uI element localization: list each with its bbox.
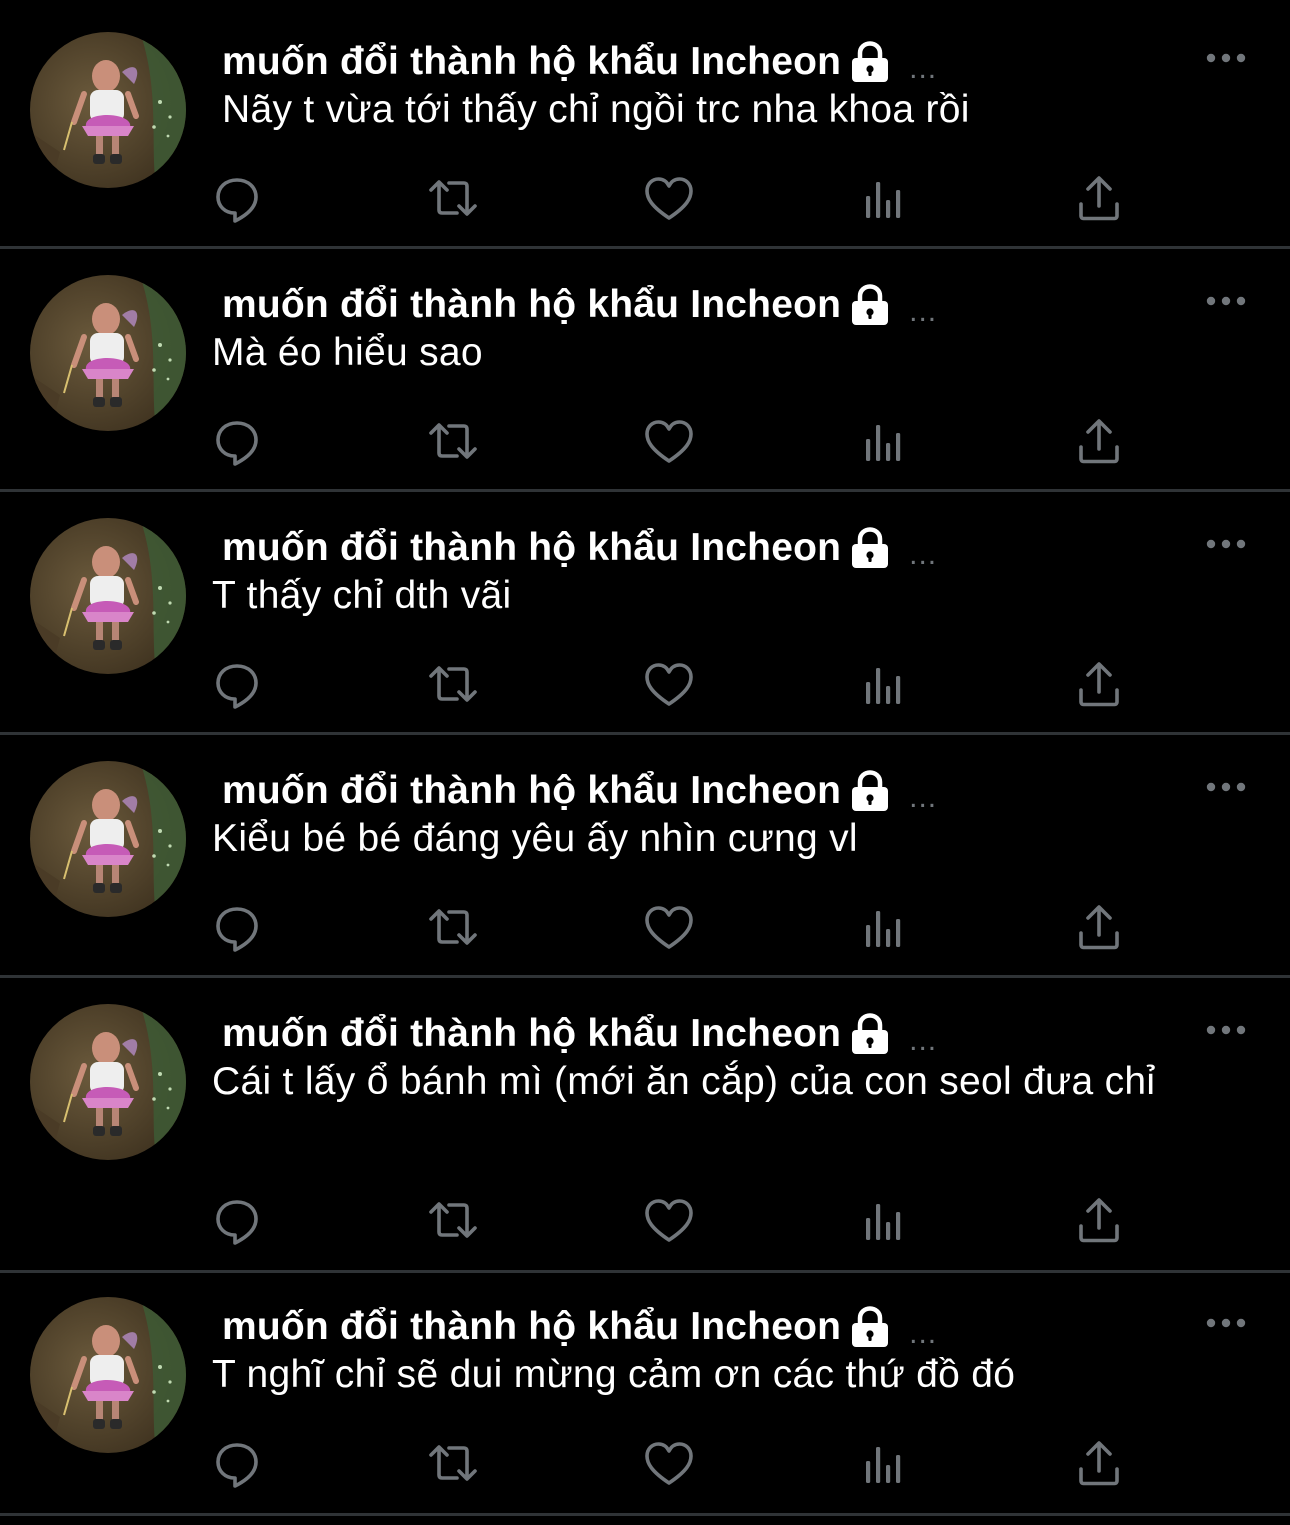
tweet-text: Kiểu bé bé đáng yêu ấy nhìn cưng vl: [212, 817, 858, 860]
tweet[interactable]: muốn đổi thành hộ khẩu Incheon ... Mà éo…: [0, 249, 1290, 489]
tweet-text: T nghĩ chỉ sẽ dui mừng cảm ơn các thứ đồ…: [212, 1353, 1016, 1396]
display-name[interactable]: muốn đổi thành hộ khẩu Incheon: [222, 769, 841, 813]
avatar[interactable]: [30, 1297, 186, 1453]
views-icon[interactable]: [857, 899, 913, 955]
more-options-icon[interactable]: [1204, 291, 1248, 311]
truncation-ellipsis: ...: [909, 52, 938, 85]
retweet-icon[interactable]: [425, 656, 481, 712]
like-icon[interactable]: [641, 899, 697, 955]
truncation-ellipsis: ...: [909, 1317, 938, 1350]
tweet[interactable]: muốn đổi thành hộ khẩu Incheon ... T ngh…: [0, 1273, 1290, 1513]
tweet-header: muốn đổi thành hộ khẩu Incheon ...: [222, 279, 937, 331]
tweet[interactable]: muốn đổi thành hộ khẩu Incheon ... Cái t…: [0, 978, 1290, 1270]
display-name[interactable]: muốn đổi thành hộ khẩu Incheon: [222, 283, 841, 327]
tweet-text: Cái t lấy ổ bánh mì (mới ăn cắp) của con…: [212, 1060, 1156, 1103]
retweet-icon[interactable]: [425, 1435, 481, 1491]
share-icon[interactable]: [1071, 656, 1127, 712]
truncation-ellipsis: ...: [909, 781, 938, 814]
share-icon[interactable]: [1071, 1435, 1127, 1491]
retweet-icon[interactable]: [425, 413, 481, 469]
lock-icon: [849, 1305, 891, 1349]
reply-icon[interactable]: [209, 170, 265, 226]
avatar[interactable]: [30, 32, 186, 188]
more-options-icon[interactable]: [1204, 48, 1248, 68]
tweet-header: muốn đổi thành hộ khẩu Incheon ...: [222, 522, 937, 574]
reply-icon[interactable]: [209, 1192, 265, 1248]
tweet[interactable]: muốn đổi thành hộ khẩu Incheon ... T thấ…: [0, 492, 1290, 732]
tweet-text: T thấy chỉ dth vãi: [212, 574, 512, 617]
tweet-header: muốn đổi thành hộ khẩu Incheon ...: [222, 765, 937, 817]
views-icon[interactable]: [857, 413, 913, 469]
tweet-text: Nãy t vừa tới thấy chỉ ngồi trc nha khoa…: [222, 88, 970, 131]
retweet-icon[interactable]: [425, 1192, 481, 1248]
retweet-icon[interactable]: [425, 899, 481, 955]
display-name[interactable]: muốn đổi thành hộ khẩu Incheon: [222, 40, 841, 84]
like-icon[interactable]: [641, 1192, 697, 1248]
tweet-header: muốn đổi thành hộ khẩu Incheon ...: [222, 1008, 937, 1060]
like-icon[interactable]: [641, 413, 697, 469]
divider: [0, 1513, 1290, 1516]
reply-icon[interactable]: [209, 413, 265, 469]
like-icon[interactable]: [641, 1435, 697, 1491]
reply-icon[interactable]: [209, 899, 265, 955]
lock-icon: [849, 526, 891, 570]
truncation-ellipsis: ...: [909, 295, 938, 328]
like-icon[interactable]: [641, 656, 697, 712]
share-icon[interactable]: [1071, 413, 1127, 469]
truncation-ellipsis: ...: [909, 538, 938, 571]
retweet-icon[interactable]: [425, 170, 481, 226]
lock-icon: [849, 40, 891, 84]
truncation-ellipsis: ...: [909, 1024, 938, 1057]
like-icon[interactable]: [641, 170, 697, 226]
more-options-icon[interactable]: [1204, 777, 1248, 797]
lock-icon: [849, 769, 891, 813]
tweet[interactable]: muốn đổi thành hộ khẩu Incheon ... Nãy t…: [0, 0, 1290, 246]
views-icon[interactable]: [857, 1435, 913, 1491]
more-options-icon[interactable]: [1204, 1313, 1248, 1333]
views-icon[interactable]: [857, 656, 913, 712]
reply-icon[interactable]: [209, 1435, 265, 1491]
display-name[interactable]: muốn đổi thành hộ khẩu Incheon: [222, 526, 841, 570]
avatar[interactable]: [30, 761, 186, 917]
avatar[interactable]: [30, 518, 186, 674]
share-icon[interactable]: [1071, 1192, 1127, 1248]
more-options-icon[interactable]: [1204, 1020, 1248, 1040]
views-icon[interactable]: [857, 170, 913, 226]
tweet-header: muốn đổi thành hộ khẩu Incheon ...: [222, 36, 937, 88]
tweet[interactable]: muốn đổi thành hộ khẩu Incheon ... Kiểu …: [0, 735, 1290, 975]
more-options-icon[interactable]: [1204, 534, 1248, 554]
display-name[interactable]: muốn đổi thành hộ khẩu Incheon: [222, 1012, 841, 1056]
avatar[interactable]: [30, 1004, 186, 1160]
reply-icon[interactable]: [209, 656, 265, 712]
views-icon[interactable]: [857, 1192, 913, 1248]
avatar[interactable]: [30, 275, 186, 431]
share-icon[interactable]: [1071, 899, 1127, 955]
share-icon[interactable]: [1071, 170, 1127, 226]
tweet-text: Mà éo hiểu sao: [212, 331, 483, 374]
tweet-header: muốn đổi thành hộ khẩu Incheon ...: [222, 1301, 937, 1353]
lock-icon: [849, 1012, 891, 1056]
lock-icon: [849, 283, 891, 327]
display-name[interactable]: muốn đổi thành hộ khẩu Incheon: [222, 1305, 841, 1349]
